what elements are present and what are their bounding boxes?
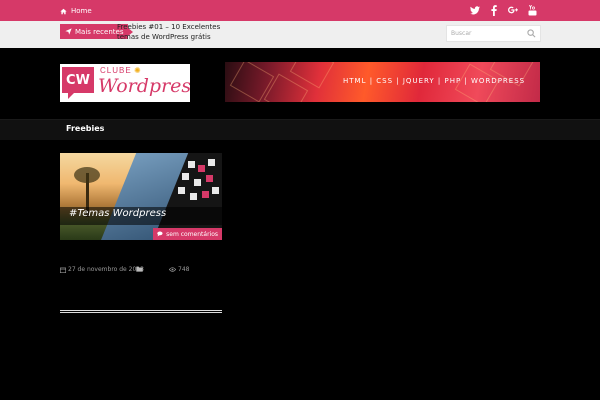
post-views: 748 [169,266,189,273]
ticker-headline[interactable]: Freebies #01 – 10 Excelentes temas de Wo… [117,22,229,42]
calendar-icon [60,267,66,273]
folder-icon [136,266,143,272]
home-label: Home [71,7,92,15]
search-icon[interactable] [527,29,536,38]
twitter-icon[interactable] [470,4,480,16]
eye-icon [169,267,176,272]
facebook-icon[interactable] [489,4,499,16]
thumbnail-square [178,187,185,194]
post-thumbnail[interactable]: #Temas Wordpress sem comentários [60,153,222,240]
sun-icon: ✺ [134,66,141,75]
thumbnail-square [188,161,195,168]
banner-text: HTML | CSS | JQUERY | PHP | WORDPRESS [343,77,526,85]
thumbnail-title: #Temas Wordpress [69,208,167,219]
thumbnail-square [182,173,189,180]
logo-small-text: CLUBE [100,66,132,75]
main-nav: Freebies [0,119,600,140]
header-banner[interactable]: HTML | CSS | JQUERY | PHP | WORDPRESS [225,62,540,102]
comments-badge[interactable]: sem comentários [153,228,222,240]
thumbnail-square [190,193,197,200]
post-date-text: 27 de novembro de 2013 [68,266,144,273]
thumbnail-square [202,191,209,198]
post-divider [60,310,222,313]
home-icon [60,8,67,14]
ticker-bar: Mais recentes Freebies #01 – 10 Excelent… [0,21,600,48]
social-links [470,4,537,16]
thumbnail-square [212,187,219,194]
top-bar: Home [0,0,600,21]
home-link[interactable]: Home [60,5,92,17]
site-logo[interactable]: CW CLUBE ✺ Wordpress [60,64,190,102]
comments-icon [157,231,163,237]
logo-main-text: Wordpress [98,75,190,97]
paper-plane-icon [65,28,72,35]
thumbnail-square [208,159,215,166]
post-views-count: 748 [178,266,190,273]
post-date: 27 de novembro de 2013 [60,266,144,273]
category-link[interactable] [136,266,143,274]
post-meta: 27 de novembro de 2013 748 [60,266,222,276]
logo-mark: CW [62,67,94,99]
google-plus-icon[interactable] [508,4,518,16]
thumbnail-square [198,165,205,172]
youtube-icon[interactable] [527,4,537,16]
search-box [446,25,541,42]
nav-item-freebies[interactable]: Freebies [66,124,104,133]
thumbnail-square [194,179,201,186]
search-input[interactable] [447,26,527,41]
thumbnail-square [206,175,213,182]
comments-label: sem comentários [166,230,218,238]
